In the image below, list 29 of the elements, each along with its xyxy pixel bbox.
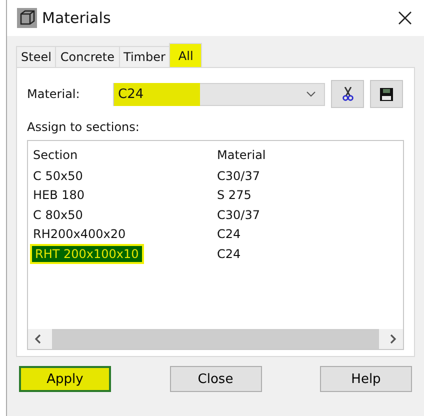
scissors-icon	[342, 87, 354, 101]
scissors-button[interactable]	[331, 80, 364, 108]
material-cell[interactable]: C24	[214, 246, 244, 262]
section-cell[interactable]: RH200x400x20	[30, 226, 129, 242]
dialog-button[interactable]: Help	[320, 366, 412, 392]
column-header[interactable]: Material	[214, 147, 269, 163]
caret-icon[interactable]	[306, 91, 316, 97]
assign-label: Assign to sections:	[27, 120, 140, 134]
section-cell[interactable]: C 80x50	[30, 206, 86, 223]
section-cell[interactable]: RHT 200x100x10	[30, 244, 144, 264]
material-dropdown[interactable]: C24	[113, 82, 325, 106]
tab[interactable]: All	[169, 43, 202, 67]
window-title: Materials	[42, 9, 112, 27]
material-cell[interactable]: C30/37	[214, 168, 263, 184]
column-header[interactable]: Section	[30, 147, 81, 163]
scroll-right-icon[interactable]	[389, 334, 397, 344]
close-icon[interactable]	[398, 11, 412, 25]
section-cell[interactable]: HEB 180	[30, 187, 88, 204]
material-label: Material:	[27, 87, 81, 101]
dialog-button[interactable]: Close	[170, 366, 262, 392]
dialog-button[interactable]: Apply	[19, 366, 111, 392]
tab[interactable]: Steel	[16, 46, 56, 67]
scroll-left-icon[interactable]	[34, 334, 42, 344]
save-button[interactable]	[370, 80, 403, 108]
material-cell[interactable]: C30/37	[214, 206, 263, 223]
section-cell[interactable]: C 50x50	[30, 168, 86, 184]
cube-icon	[17, 8, 37, 28]
material-cell[interactable]: C24	[214, 226, 244, 242]
material-cell[interactable]: S 275	[214, 187, 254, 204]
